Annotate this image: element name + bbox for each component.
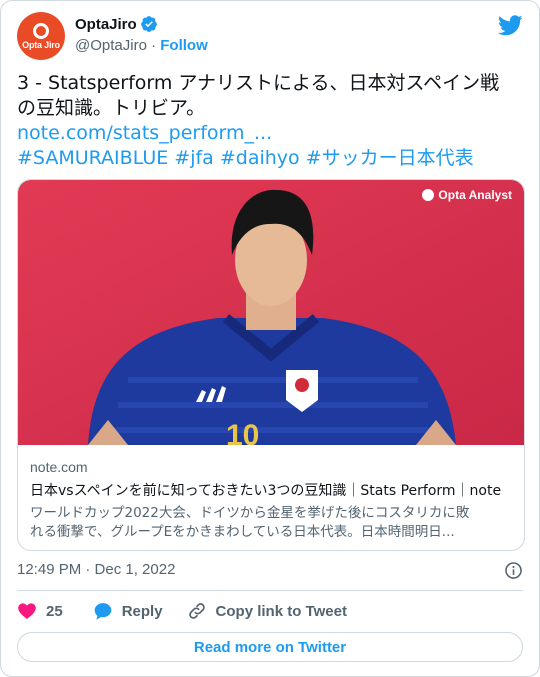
- action-bar: 25 Reply Copy link to Tweet: [17, 598, 347, 624]
- card-image-brand: Opta Analyst: [422, 188, 512, 202]
- tweet-text: 3 - Statsperform アナリストによる、日本対スペイン戦 の豆知識。…: [17, 71, 525, 171]
- avatar-text: Opta Jiro: [22, 39, 60, 50]
- card-description: ワールドカップ2022大会、ドイツから金星を挙げた後にコスタリカに敗 れる衝撃で…: [30, 504, 514, 542]
- tweet-timestamp[interactable]: 12:49 PM · Dec 1, 2022: [17, 561, 175, 578]
- heart-icon: [18, 603, 36, 619]
- like-button[interactable]: 25: [17, 601, 63, 621]
- card-image: 10 Opta Analyst: [18, 180, 524, 445]
- card-description-line-1: ワールドカップ2022大会、ドイツから金星を挙げた後にコスタリカに敗: [30, 505, 470, 521]
- verified-badge-icon: [140, 16, 157, 32]
- twitter-bird-icon[interactable]: [498, 15, 523, 36]
- tweet-text-line-1: 3 - Statsperform アナリストによる、日本対スペイン戦: [17, 72, 500, 94]
- card-meta: note.com 日本vsスペインを前に知っておきたい3つの豆知識｜Stats …: [30, 458, 514, 542]
- reply-button[interactable]: Reply: [93, 601, 163, 621]
- author-name-row: OptaJiro: [75, 15, 158, 33]
- reply-bubble-icon: [94, 603, 112, 620]
- follow-button[interactable]: Follow: [160, 37, 208, 54]
- read-more-button[interactable]: Read more on Twitter: [17, 632, 523, 662]
- link-preview-card[interactable]: 10 Opta Analyst note.com 日本vsスペインを前に知ってお…: [17, 179, 525, 551]
- opta-analyst-logo-icon: [422, 189, 435, 201]
- separator-dot: ·: [151, 37, 157, 54]
- copy-link-label: Copy link to Tweet: [215, 602, 347, 620]
- tweet-link[interactable]: note.com/stats_perform_...: [17, 121, 525, 146]
- player-photo: 10: [18, 180, 524, 445]
- copy-link-button[interactable]: Copy link to Tweet: [187, 601, 347, 621]
- svg-text:10: 10: [226, 419, 259, 445]
- author-handle-row: @OptaJiro · Follow: [75, 37, 208, 54]
- link-icon: [188, 603, 205, 619]
- card-description-line-2: れる衝撃で、グループEをかきまわしている日本代表。日本時間明日...: [30, 524, 455, 540]
- divider: [17, 590, 523, 591]
- embedded-tweet: Opta Jiro OptaJiro @OptaJiro · Follow 3 …: [0, 0, 540, 677]
- tweet-hashtags[interactable]: #SAMURAIBLUE #jfa #daihyo #サッカー日本代表: [17, 146, 525, 171]
- card-title: 日本vsスペインを前に知っておきたい3つの豆知識｜Stats Perform｜n…: [30, 483, 502, 499]
- avatar[interactable]: Opta Jiro: [17, 12, 65, 60]
- author-handle[interactable]: @OptaJiro: [75, 37, 147, 54]
- tweet-text-line-2: の豆知識。トリビア。: [17, 97, 206, 119]
- card-image-brand-text: Opta Analyst: [438, 188, 512, 202]
- reply-label: Reply: [121, 602, 163, 620]
- avatar-logo-ring: [33, 22, 49, 39]
- like-count: 25: [46, 602, 63, 620]
- card-domain: note.com: [30, 459, 88, 475]
- info-icon[interactable]: [504, 561, 523, 580]
- author-name[interactable]: OptaJiro: [75, 16, 137, 33]
